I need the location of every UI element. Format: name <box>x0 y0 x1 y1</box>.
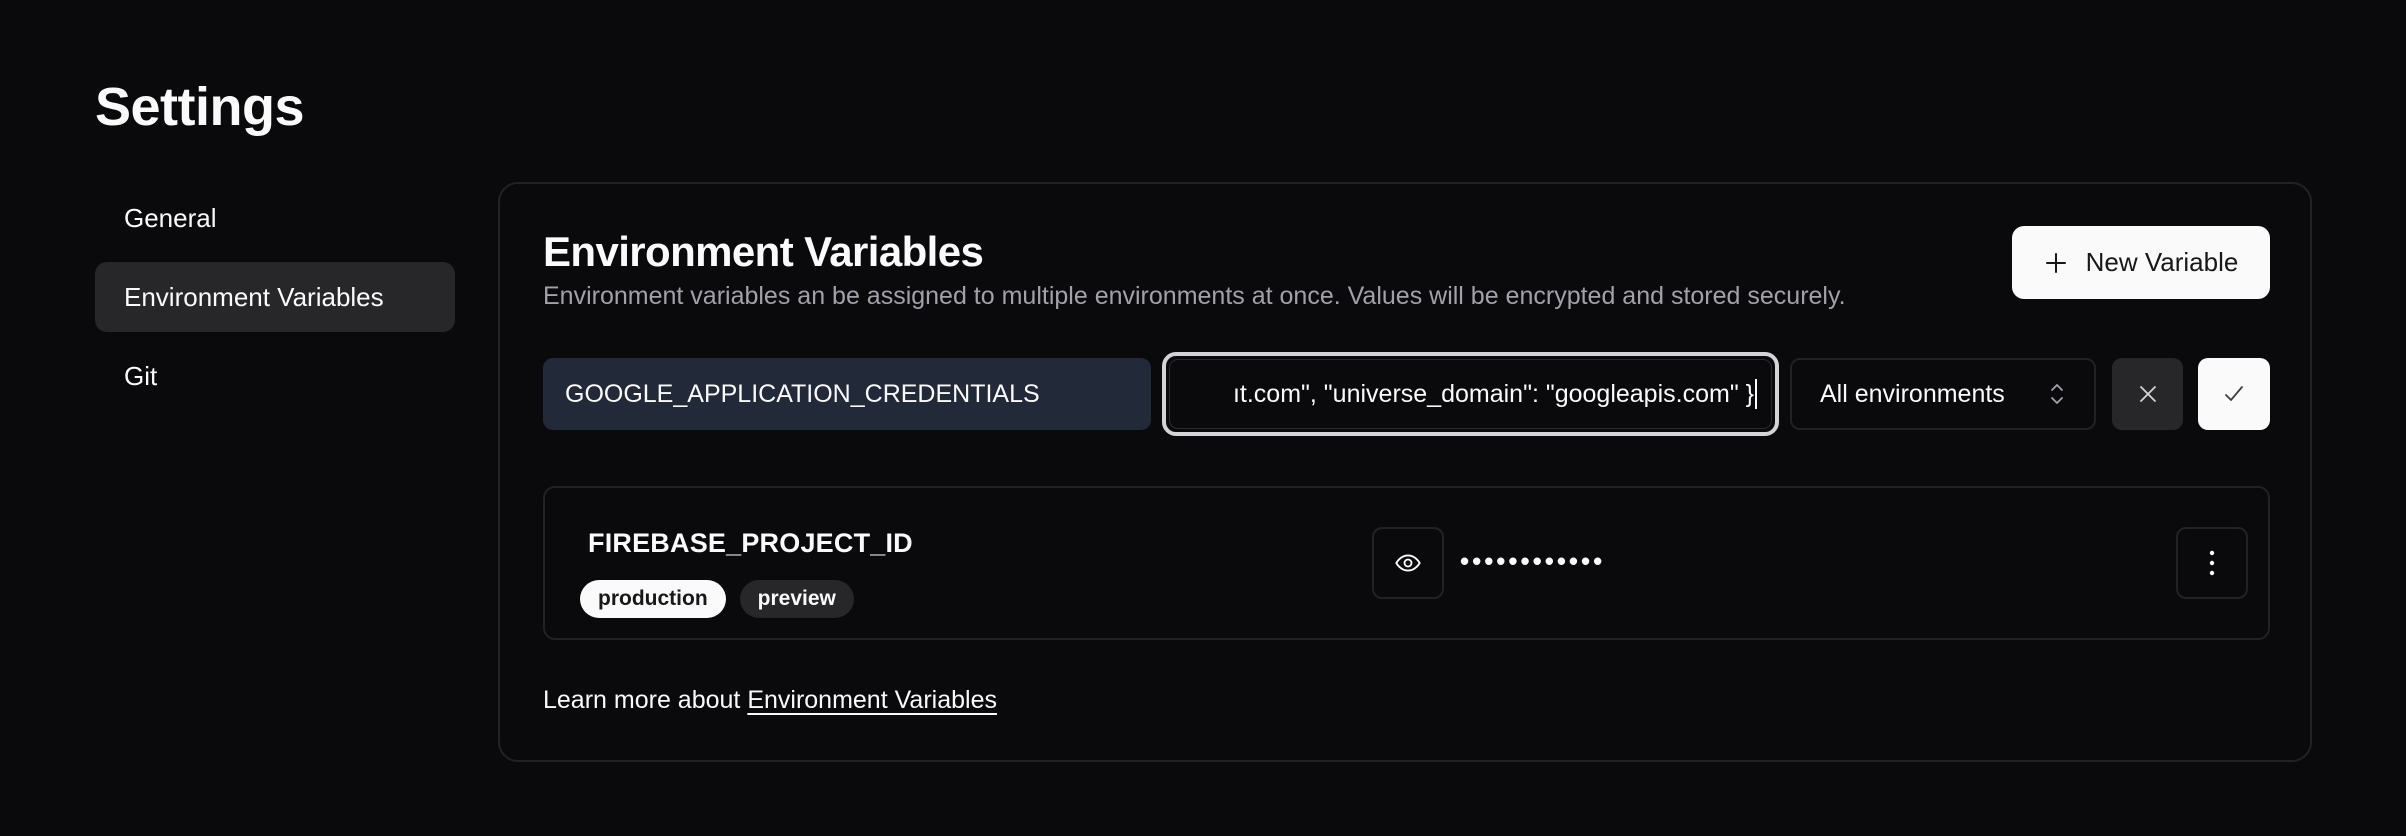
environment-select[interactable]: All environments <box>1790 358 2096 430</box>
new-variable-label: New Variable <box>2085 247 2239 277</box>
sidebar-item-label: Environment Variables <box>124 281 384 312</box>
environment-select-value: All environments <box>1820 379 2005 408</box>
badge-production: production <box>580 580 726 618</box>
cancel-edit-button[interactable] <box>2112 358 2183 430</box>
variable-value-text: ıt.com", "universe_domain": "googleapis.… <box>1232 379 1754 408</box>
sidebar-item-git[interactable]: Git <box>95 341 455 411</box>
card-title: Environment Variables <box>543 228 984 275</box>
card-subtitle: Environment variables an be assigned to … <box>543 282 1846 310</box>
variable-value-focus-ring: ıt.com", "universe_domain": "googleapis.… <box>1162 352 1779 436</box>
x-icon <box>2139 386 2156 402</box>
environment-variables-card: Environment Variables Environment variab… <box>498 182 2312 762</box>
save-variable-button[interactable] <box>2198 358 2270 430</box>
sidebar-item-label: General <box>124 202 217 233</box>
learn-more-prefix: Learn more about <box>543 686 741 714</box>
text-caret <box>1755 379 1757 409</box>
variable-key-input[interactable] <box>543 358 1151 430</box>
learn-more-text: Learn more about Environment Variables <box>543 686 997 715</box>
chevrons-up-down-icon <box>2051 384 2063 404</box>
plus-icon <box>2045 252 2066 273</box>
sidebar-item-environment-variables[interactable]: Environment Variables <box>95 262 455 332</box>
badge-preview: preview <box>739 580 854 618</box>
variable-list-item: FIREBASE_PROJECT_ID production preview •… <box>543 486 2270 640</box>
environment-variables-docs-link[interactable]: Environment Variables <box>747 686 997 714</box>
environment-badges: production preview <box>580 580 854 618</box>
variable-menu-button[interactable] <box>2176 527 2248 599</box>
reveal-value-button[interactable] <box>1372 527 1444 599</box>
sidebar-item-general[interactable]: General <box>95 190 455 246</box>
masked-value: •••••••••••• <box>1460 546 1606 576</box>
more-vertical-icon <box>2209 550 2215 576</box>
new-variable-button[interactable]: New Variable <box>2012 226 2270 299</box>
settings-sidebar: General Environment Variables Git <box>95 190 455 420</box>
page-title: Settings <box>95 77 305 137</box>
variable-editor-row: ıt.com", "universe_domain": "googleapis.… <box>543 352 2270 436</box>
check-icon <box>2225 386 2243 401</box>
sidebar-item-label: Git <box>124 360 158 391</box>
variable-value-input[interactable]: ıt.com", "universe_domain": "googleapis.… <box>1169 359 1772 429</box>
variable-name: FIREBASE_PROJECT_ID <box>588 528 913 558</box>
eye-icon <box>1395 554 1421 572</box>
